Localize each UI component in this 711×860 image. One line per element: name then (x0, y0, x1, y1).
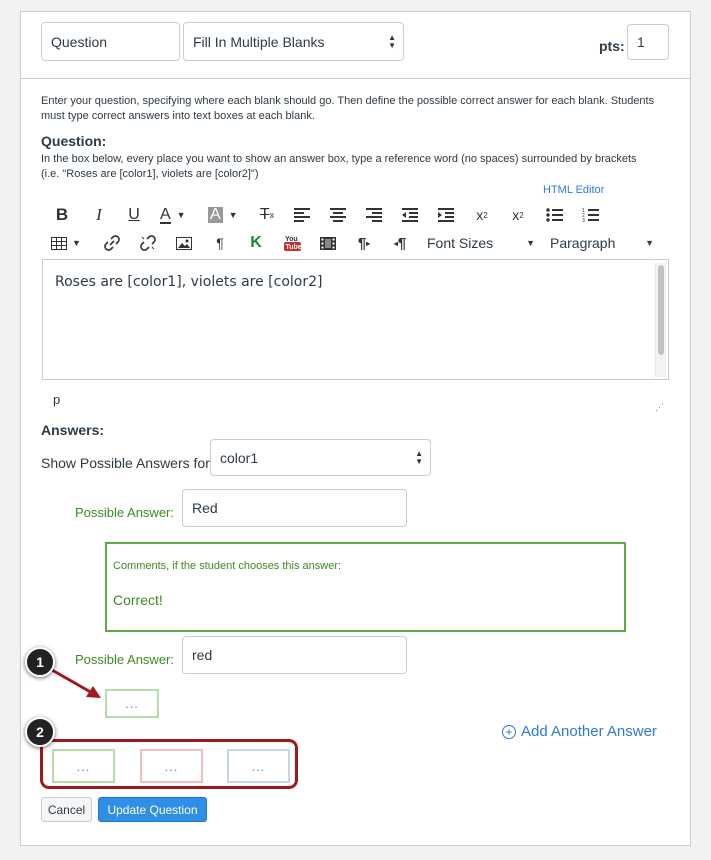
callout-1: 1 (25, 647, 55, 677)
callout-2: 2 (25, 717, 55, 747)
callout-arrow-svg (51, 668, 101, 698)
callout-arrow-line (51, 668, 95, 696)
